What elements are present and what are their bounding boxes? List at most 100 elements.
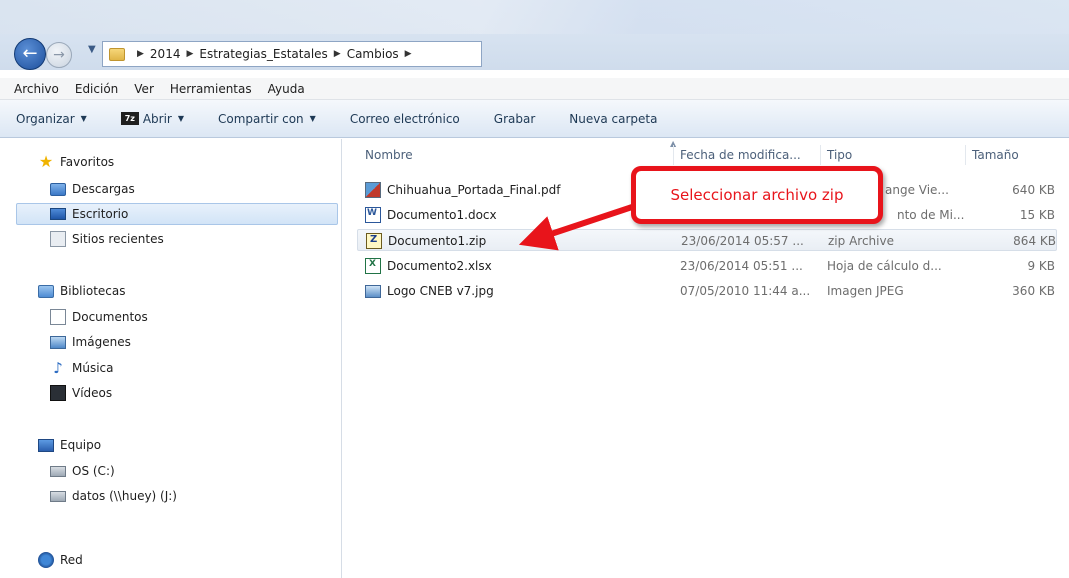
star-icon: ★: [38, 152, 54, 171]
command-bar: Organizar ▼ 7z Abrir ▼ Compartir con ▼ Corr…: [0, 100, 1069, 138]
nav-item-label: Bibliotecas: [60, 284, 126, 298]
nav-item-videos[interactable]: Vídeos: [50, 382, 112, 404]
menu-edicion[interactable]: Edición: [67, 82, 126, 96]
file-row[interactable]: Logo CNEB v7.jpg 07/05/2010 11:44 a... I…: [357, 280, 1057, 302]
email-label: Correo electrónico: [349, 111, 460, 126]
open-button[interactable]: 7z Abrir ▼: [120, 111, 185, 126]
libraries-icon: [38, 284, 54, 298]
menu-herramientas[interactable]: Herramientas: [162, 82, 260, 96]
file-type: Imagen JPEG: [827, 284, 904, 298]
nav-item-label: Imágenes: [72, 335, 131, 349]
recent-places-icon: [50, 231, 66, 247]
file-date: 23/06/2014 05:51 ...: [680, 259, 803, 273]
file-name: Documento2.xlsx: [387, 259, 492, 273]
nav-item-equipo[interactable]: Equipo: [38, 434, 101, 456]
film-icon: [50, 385, 66, 401]
music-note-icon: ♪: [53, 359, 63, 377]
column-header-name[interactable]: Nombre: [365, 145, 665, 165]
nav-item-label: Vídeos: [72, 386, 113, 400]
new-folder-label: Nueva carpeta: [569, 111, 658, 126]
column-header-date[interactable]: Fecha de modifica...: [680, 145, 820, 165]
downloads-folder-icon: [50, 182, 66, 196]
nav-item-escritorio[interactable]: Escritorio: [50, 203, 128, 225]
email-button[interactable]: Correo electrónico: [350, 112, 460, 126]
organize-button[interactable]: Organizar ▼: [16, 112, 87, 126]
blurred-title-strip: [0, 0, 1069, 34]
file-size: 15 KB: [1019, 208, 1055, 222]
new-folder-button[interactable]: Nueva carpeta: [569, 112, 657, 126]
callout-text: Seleccionar archivo zip: [670, 186, 844, 204]
nav-item-label: Favoritos: [60, 155, 115, 169]
nav-item-drive-c[interactable]: OS (C:): [50, 460, 115, 482]
nav-item-imagenes[interactable]: Imágenes: [50, 331, 131, 353]
file-name: Documento1.docx: [387, 208, 497, 222]
column-header-type[interactable]: Tipo: [827, 145, 962, 165]
pdf-icon: [365, 182, 381, 198]
desktop-icon: [50, 208, 66, 220]
open-label: Abrir: [142, 111, 172, 126]
nav-item-favoritos[interactable]: ★ Favoritos: [38, 151, 114, 173]
file-size: 9 KB: [1027, 259, 1055, 273]
chevron-down-icon: ▼: [177, 114, 185, 123]
menu-ver[interactable]: Ver: [126, 82, 162, 96]
instruction-callout: Seleccionar archivo zip: [631, 166, 883, 224]
nav-item-drive-j[interactable]: datos (\\huey) (J:): [50, 485, 177, 507]
word-icon: [365, 207, 381, 223]
file-size: 360 KB: [1012, 284, 1055, 298]
menu-archivo[interactable]: Archivo: [6, 82, 67, 96]
zip-icon: [366, 233, 382, 249]
image-icon: [365, 284, 381, 298]
file-row-selected[interactable]: Documento1.zip 23/06/2014 05:57 ... zip …: [357, 229, 1057, 251]
file-type: zip Archive: [828, 234, 894, 248]
chevron-right-icon[interactable]: ▶: [137, 49, 144, 59]
file-name: Logo CNEB v7.jpg: [387, 284, 494, 298]
forward-button[interactable]: →: [46, 42, 72, 68]
column-divider[interactable]: [820, 145, 821, 165]
excel-icon: [365, 258, 381, 274]
7zip-icon: 7z: [120, 112, 139, 125]
breadcrumb-cambios[interactable]: Cambios: [347, 47, 399, 61]
nav-item-label: Sitios recientes: [72, 232, 164, 246]
file-size: 640 KB: [1012, 183, 1055, 197]
file-date: 07/05/2010 11:44 a...: [680, 284, 811, 298]
nav-item-label: Equipo: [60, 438, 102, 452]
nav-item-label: Documentos: [72, 310, 148, 324]
back-button[interactable]: ←: [14, 38, 46, 70]
nav-item-bibliotecas[interactable]: Bibliotecas: [38, 280, 125, 302]
chevron-right-icon[interactable]: ▶: [405, 49, 412, 59]
file-type: Hoja de cálculo d...: [827, 259, 942, 273]
documents-icon: [50, 309, 66, 325]
nav-item-label: OS (C:): [72, 464, 115, 478]
column-divider[interactable]: [673, 145, 674, 165]
forward-arrow-icon: →: [53, 47, 65, 63]
share-label: Compartir con: [218, 111, 304, 126]
organize-label: Organizar: [16, 111, 75, 126]
pictures-icon: [50, 335, 66, 349]
menu-ayuda[interactable]: Ayuda: [260, 82, 313, 96]
nav-item-red[interactable]: Red: [38, 549, 83, 571]
file-date: 23/06/2014 05:57 ...: [681, 234, 804, 248]
column-divider[interactable]: [965, 145, 966, 165]
share-button[interactable]: Compartir con ▼: [218, 112, 316, 126]
file-name: Documento1.zip: [388, 234, 487, 248]
burn-button[interactable]: Grabar: [494, 112, 536, 126]
nav-item-musica[interactable]: ♪ Música: [50, 357, 113, 379]
file-row[interactable]: Documento2.xlsx 23/06/2014 05:51 ... Hoj…: [357, 255, 1057, 277]
address-bar[interactable]: ▶ 2014 ▶ Estrategias_Estatales ▶ Cambios…: [102, 41, 482, 67]
network-drive-icon: [50, 490, 66, 502]
chevron-right-icon[interactable]: ▶: [334, 49, 341, 59]
breadcrumb-estrategias[interactable]: Estrategias_Estatales: [199, 47, 327, 61]
back-arrow-icon: ←: [22, 43, 38, 64]
nav-item-label: datos (\\huey) (J:): [72, 489, 177, 503]
nav-item-sitios-recientes[interactable]: Sitios recientes: [50, 228, 164, 250]
nav-item-descargas[interactable]: Descargas: [50, 178, 135, 200]
nav-item-label: Descargas: [72, 182, 135, 196]
navigation-pane: ★ Favoritos Descargas Escritorio Sitios …: [0, 139, 342, 578]
breadcrumb-2014[interactable]: 2014: [150, 47, 181, 61]
nav-item-documentos[interactable]: Documentos: [50, 306, 148, 328]
burn-label: Grabar: [493, 111, 536, 126]
column-header-size[interactable]: Tamaño: [972, 145, 1052, 165]
folder-icon: [109, 47, 125, 61]
chevron-right-icon[interactable]: ▶: [186, 49, 193, 59]
recent-pages-dropdown[interactable]: ▼: [88, 44, 96, 55]
